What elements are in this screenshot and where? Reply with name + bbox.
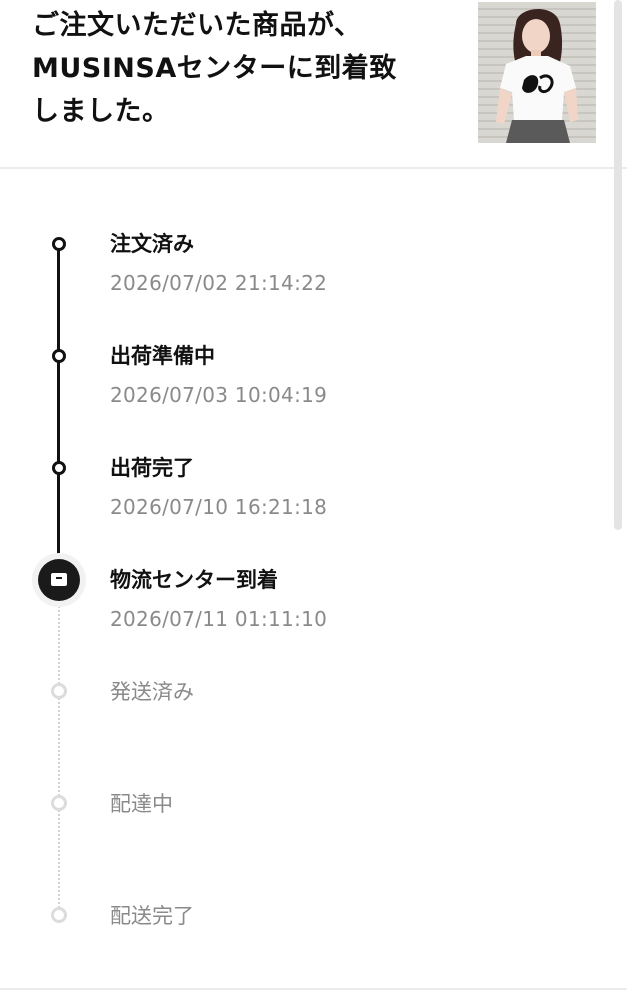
timeline-step-shipped: 出荷完了 2026/07/10 16:21:18 xyxy=(110,453,590,520)
package-box-icon xyxy=(38,559,80,601)
step-timestamp: 2026/07/02 21:14:22 xyxy=(110,271,328,295)
step-done-icon xyxy=(52,237,66,251)
page-title: ご注文いただいた商品が、 MUSINSAセンターに到着致 しました。 xyxy=(32,10,397,127)
step-done-icon xyxy=(52,461,66,475)
step-pending-icon xyxy=(51,795,67,811)
product-thumbnail[interactable] xyxy=(478,2,596,143)
step-timestamp: 2026/07/11 01:11:10 xyxy=(110,607,328,631)
timeline-step-ordered: 注文済み 2026/07/02 21:14:22 xyxy=(110,229,590,296)
step-pending-icon xyxy=(51,683,67,699)
step-timestamp: 2026/07/10 16:21:18 xyxy=(110,495,328,519)
order-status-header: ご注文いただいた商品が、 MUSINSAセンターに到着致 しました。 xyxy=(0,0,627,169)
step-pending-icon xyxy=(51,907,67,923)
divider xyxy=(0,988,627,990)
step-label: 注文済み xyxy=(110,232,194,256)
timeline-progress-line xyxy=(57,243,60,579)
timeline-step-delivered: 配送完了 xyxy=(110,901,590,931)
product-photo-icon xyxy=(496,8,578,143)
step-label: 物流センター到着 xyxy=(110,568,278,592)
step-label: 配達中 xyxy=(110,792,173,816)
step-done-icon xyxy=(52,349,66,363)
step-label: 配送完了 xyxy=(110,904,194,928)
delivery-timeline: 注文済み 2026/07/02 21:14:22 出荷準備中 2026/07/0… xyxy=(0,170,627,990)
timeline-step-dispatched: 発送済み xyxy=(110,677,590,707)
timeline-step-warehouse-arrival: 物流センター到着 2026/07/11 01:11:10 xyxy=(110,565,590,632)
step-label: 発送済み xyxy=(110,680,194,704)
timeline-step-preparing: 出荷準備中 2026/07/03 10:04:19 xyxy=(110,341,590,408)
step-timestamp: 2026/07/03 10:04:19 xyxy=(110,383,328,407)
step-label: 出荷準備中 xyxy=(110,344,215,368)
timeline-step-in-delivery: 配達中 xyxy=(110,789,590,819)
step-label: 出荷完了 xyxy=(110,456,194,480)
timeline-pending-line xyxy=(58,594,60,916)
